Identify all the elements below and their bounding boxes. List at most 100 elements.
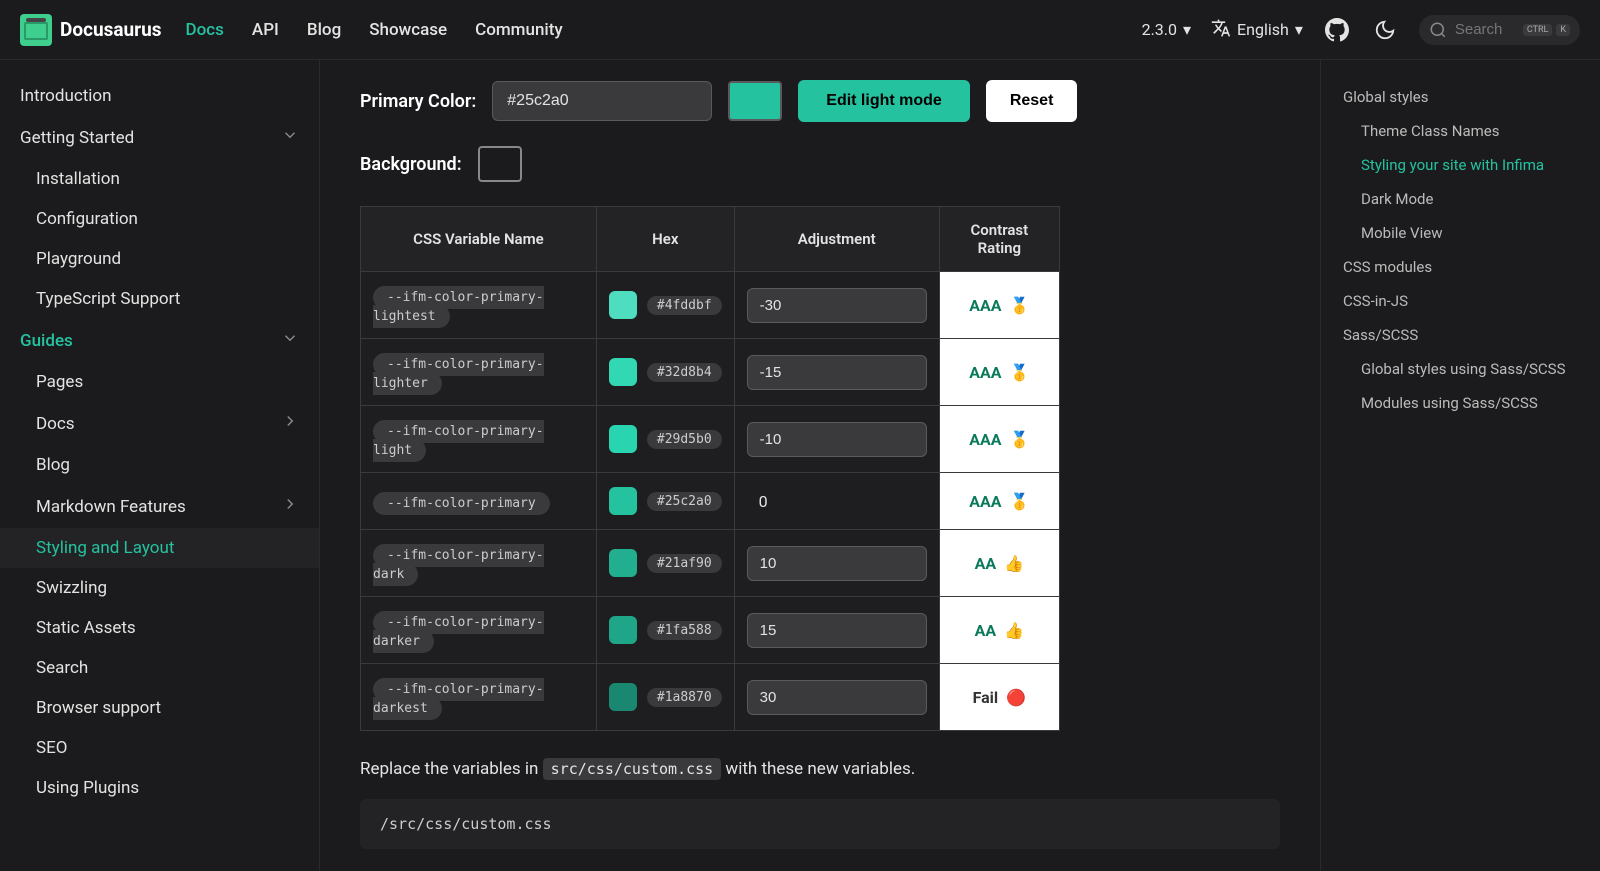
toc-item[interactable]: Mobile View: [1337, 216, 1584, 250]
toc-item[interactable]: Global styles using Sass/SCSS: [1337, 352, 1584, 386]
toc-item[interactable]: CSS modules: [1337, 250, 1584, 284]
toc-item[interactable]: Global styles: [1337, 80, 1584, 114]
search-box[interactable]: CTRL K: [1419, 15, 1580, 45]
sidebar-item-using-plugins[interactable]: Using Plugins: [0, 768, 319, 808]
primary-color-label: Primary Color:: [360, 91, 476, 112]
hex-value: #4fddbf: [647, 296, 722, 315]
adjustment-input[interactable]: [747, 680, 927, 715]
adjustment-input[interactable]: [747, 355, 927, 390]
table-of-contents: Global stylesTheme Class NamesStyling yo…: [1320, 60, 1600, 871]
table-row: --ifm-color-primary-lightest#4fddbfAAA🥇: [361, 272, 1060, 339]
table-row: --ifm-color-primary#25c2a00AAA🥇: [361, 473, 1060, 530]
chevron-down-icon: ▾: [1295, 20, 1303, 39]
css-var-name: --ifm-color-primary-lightest: [373, 286, 544, 328]
css-var-name: --ifm-color-primary: [373, 492, 550, 515]
background-row: Background:: [360, 146, 1280, 182]
sidebar-item-static-assets[interactable]: Static Assets: [0, 608, 319, 648]
kbd-hint: CTRL K: [1523, 24, 1570, 36]
nav-right: 2.3.0 ▾ English ▾ CTRL K: [1142, 15, 1580, 45]
search-input[interactable]: [1455, 21, 1515, 38]
toc-item[interactable]: Sass/SCSS: [1337, 318, 1584, 352]
toc-item[interactable]: Theme Class Names: [1337, 114, 1584, 148]
version-select[interactable]: 2.3.0 ▾: [1142, 20, 1191, 39]
sidebar-item-installation[interactable]: Installation: [0, 159, 319, 199]
hex-value: #29d5b0: [647, 430, 722, 449]
color-swatch: [609, 616, 637, 644]
adjustment-input[interactable]: [747, 422, 927, 457]
reset-button[interactable]: Reset: [986, 80, 1078, 122]
theme-toggle[interactable]: [1371, 16, 1399, 44]
logo-icon: [20, 14, 52, 46]
adjustment-input[interactable]: [747, 288, 927, 323]
adjustment-input[interactable]: [747, 613, 927, 648]
adjustment-static: 0: [734, 473, 939, 530]
toc-item[interactable]: CSS-in-JS: [1337, 284, 1584, 318]
sidebar-item-guides[interactable]: Guides: [0, 319, 319, 362]
color-swatch: [609, 683, 637, 711]
language-select[interactable]: English ▾: [1211, 18, 1303, 42]
nav-link-community[interactable]: Community: [475, 20, 563, 40]
color-table: CSS Variable NameHexAdjustmentContrast R…: [360, 206, 1060, 731]
primary-color-input[interactable]: [492, 81, 712, 121]
adjustment-input[interactable]: [747, 546, 927, 581]
chevron-right-icon: [281, 495, 299, 518]
edit-light-mode-button[interactable]: Edit light mode: [798, 80, 970, 122]
contrast-rating: Fail: [973, 688, 999, 707]
description-text: Replace the variables in src/css/custom.…: [360, 759, 1280, 779]
hex-value: #32d8b4: [647, 363, 722, 382]
toc-item[interactable]: Dark Mode: [1337, 182, 1584, 216]
rating-icon: 🥇: [1010, 363, 1030, 382]
nav-link-showcase[interactable]: Showcase: [369, 20, 447, 40]
css-var-name: --ifm-color-primary-lighter: [373, 353, 544, 395]
sidebar-item-playground[interactable]: Playground: [0, 239, 319, 279]
rating-icon: 🥇: [1010, 430, 1030, 449]
sidebar-item-getting-started[interactable]: Getting Started: [0, 116, 319, 159]
contrast-rating: AAA: [969, 492, 1001, 511]
github-link[interactable]: [1323, 16, 1351, 44]
sidebar[interactable]: IntroductionGetting StartedInstallationC…: [0, 60, 320, 871]
rating-icon: 🔴: [1006, 688, 1026, 707]
nav-link-blog[interactable]: Blog: [307, 20, 341, 40]
primary-color-row: Primary Color: Edit light mode Reset: [360, 80, 1280, 122]
toc-item[interactable]: Modules using Sass/SCSS: [1337, 386, 1584, 420]
primary-color-swatch[interactable]: [728, 81, 782, 121]
sidebar-item-seo[interactable]: SEO: [0, 728, 319, 768]
color-swatch: [609, 358, 637, 386]
chevron-down-icon: [281, 126, 299, 149]
sidebar-item-swizzling[interactable]: Swizzling: [0, 568, 319, 608]
sidebar-item-introduction[interactable]: Introduction: [0, 76, 319, 116]
sidebar-item-pages[interactable]: Pages: [0, 362, 319, 402]
table-header: Contrast Rating: [939, 207, 1059, 272]
brand-link[interactable]: Docusaurus: [20, 14, 162, 46]
hex-value: #1fa588: [647, 621, 722, 640]
sidebar-item-typescript-support[interactable]: TypeScript Support: [0, 279, 319, 319]
sidebar-item-markdown-features[interactable]: Markdown Features: [0, 485, 319, 528]
code-block: /src/css/custom.css: [360, 799, 1280, 849]
sidebar-item-styling-and-layout[interactable]: Styling and Layout: [0, 528, 319, 568]
nav-links: Docs API Blog Showcase Community: [186, 20, 563, 40]
table-row: --ifm-color-primary-light #29d5b0 AAA 🥇: [361, 406, 1060, 473]
background-swatch[interactable]: [478, 146, 522, 182]
sidebar-item-browser-support[interactable]: Browser support: [0, 688, 319, 728]
nav-link-docs[interactable]: Docs: [186, 20, 224, 40]
background-label: Background:: [360, 154, 462, 175]
toc-item[interactable]: Styling your site with Infima: [1337, 148, 1584, 182]
css-var-name: --ifm-color-primary-dark: [373, 544, 544, 586]
hex-value: #21af90: [647, 554, 722, 573]
navbar: Docusaurus DocsAPIBlogShowcaseCommunity …: [0, 0, 1600, 60]
sidebar-item-blog[interactable]: Blog: [0, 445, 319, 485]
brand-name: Docusaurus: [60, 18, 162, 41]
sidebar-item-search[interactable]: Search: [0, 648, 319, 688]
nav-link-api[interactable]: API: [252, 20, 279, 40]
css-var-name: --ifm-color-primary-light: [373, 420, 544, 462]
css-var-name: --ifm-color-primary-darkest: [373, 678, 544, 720]
contrast-rating: AAA: [969, 430, 1001, 449]
table-row: --ifm-color-primary-darkest #1a8870 Fail 🔴: [361, 664, 1060, 731]
sidebar-item-configuration[interactable]: Configuration: [0, 199, 319, 239]
translate-icon: [1211, 18, 1231, 42]
hex-value: #1a8870: [647, 688, 722, 707]
color-swatch: [609, 425, 637, 453]
color-swatch: [609, 549, 637, 577]
sidebar-item-docs[interactable]: Docs: [0, 402, 319, 445]
rating-icon: 👍: [1004, 554, 1024, 573]
